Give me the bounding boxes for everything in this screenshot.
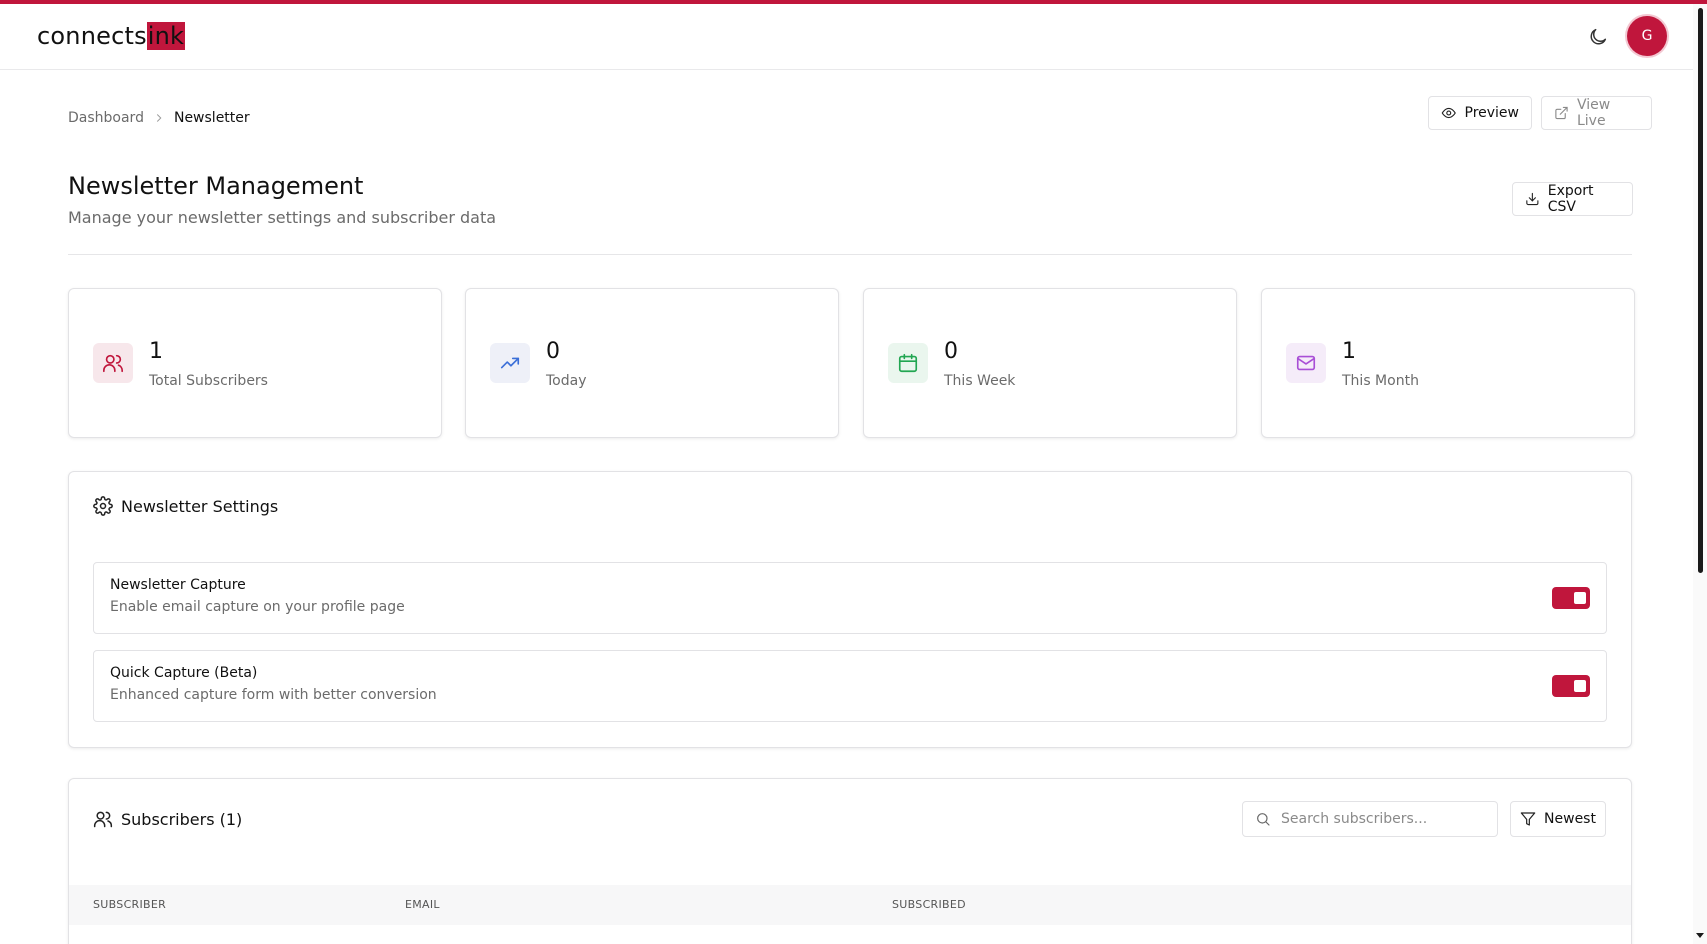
subscribers-panel: Subscribers (1) Newest SUBSCRIBER EMAIL …: [68, 778, 1632, 944]
logo-highlight: ink: [146, 22, 186, 50]
setting-description: Enhanced capture form with better conver…: [110, 687, 437, 703]
dark-mode-icon[interactable]: [1587, 26, 1609, 48]
view-live-button[interactable]: View Live: [1541, 96, 1652, 130]
stat-card-this-week: 0 This Week: [863, 288, 1237, 438]
download-icon: [1526, 192, 1539, 206]
logo-text: connects: [37, 22, 147, 50]
preview-label: Preview: [1464, 105, 1520, 121]
search-icon: [1257, 813, 1270, 826]
gear-icon: [93, 496, 113, 516]
stat-card-today: 0 Today: [465, 288, 839, 438]
app-header: connectsink G: [0, 4, 1693, 70]
stat-label: Today: [546, 373, 587, 389]
sort-label: Newest: [1544, 811, 1596, 827]
stat-value: 0: [546, 339, 560, 364]
search-input[interactable]: [1281, 811, 1481, 827]
setting-title: Newsletter Capture: [110, 577, 246, 593]
newsletter-settings-panel: Newsletter Settings Newsletter Capture E…: [68, 471, 1632, 748]
page-title: Newsletter Management: [68, 172, 364, 200]
subscribers-title: Subscribers (1): [121, 809, 243, 829]
subscribers-heading: Subscribers (1): [93, 809, 242, 829]
column-email[interactable]: EMAIL: [405, 898, 440, 911]
filter-icon: [1520, 812, 1536, 826]
column-subscribed[interactable]: SUBSCRIBED: [892, 898, 966, 911]
chevron-right-icon: [156, 114, 162, 122]
table-header: SUBSCRIBER EMAIL SUBSCRIBED: [69, 885, 1631, 925]
toggle-knob: [1574, 592, 1586, 604]
user-avatar[interactable]: G: [1627, 16, 1667, 56]
app-logo[interactable]: connectsink: [37, 22, 186, 50]
setting-quick-capture: Quick Capture (Beta) Enhanced capture fo…: [93, 650, 1607, 722]
column-subscriber[interactable]: SUBSCRIBER: [93, 898, 166, 911]
external-link-icon: [1555, 106, 1568, 120]
mail-icon: [1286, 343, 1326, 383]
stat-label: Total Subscribers: [149, 373, 268, 389]
settings-heading: Newsletter Settings: [93, 496, 278, 516]
calendar-icon: [888, 343, 928, 383]
page-subtitle: Manage your newsletter settings and subs…: [68, 208, 497, 227]
trending-up-icon: [490, 343, 530, 383]
export-csv-button[interactable]: Export CSV: [1512, 182, 1633, 216]
users-icon: [93, 343, 133, 383]
setting-title: Quick Capture (Beta): [110, 665, 258, 681]
sort-button[interactable]: Newest: [1510, 801, 1606, 837]
breadcrumb-newsletter: Newsletter: [173, 110, 250, 126]
stat-card-total-subscribers: 1 Total Subscribers: [68, 288, 442, 438]
setting-newsletter-capture: Newsletter Capture Enable email capture …: [93, 562, 1607, 634]
breadcrumb-dashboard[interactable]: Dashboard: [68, 110, 144, 126]
toggle-knob: [1574, 680, 1586, 692]
scroll-down-arrow[interactable]: [1696, 933, 1704, 938]
setting-description: Enable email capture on your profile pag…: [110, 599, 405, 615]
stat-card-this-month: 1 This Month: [1261, 288, 1635, 438]
stat-value: 1: [1342, 339, 1356, 364]
scrollbar-thumb[interactable]: [1698, 8, 1703, 573]
subscriber-search: [1242, 801, 1498, 837]
users-icon: [93, 811, 113, 828]
breadcrumb: Dashboard Newsletter: [68, 110, 250, 126]
stat-value: 1: [149, 339, 163, 364]
preview-button[interactable]: Preview: [1428, 96, 1532, 130]
stat-label: This Month: [1342, 373, 1419, 389]
eye-icon: [1441, 107, 1456, 119]
view-live-label: View Live: [1576, 97, 1611, 129]
export-csv-label: Export CSV: [1547, 183, 1594, 215]
quick-capture-toggle[interactable]: [1552, 675, 1590, 697]
settings-title: Newsletter Settings: [121, 496, 279, 516]
header-divider: [68, 254, 1632, 255]
stat-label: This Week: [944, 373, 1016, 389]
stat-value: 0: [944, 339, 958, 364]
newsletter-capture-toggle[interactable]: [1552, 587, 1590, 609]
